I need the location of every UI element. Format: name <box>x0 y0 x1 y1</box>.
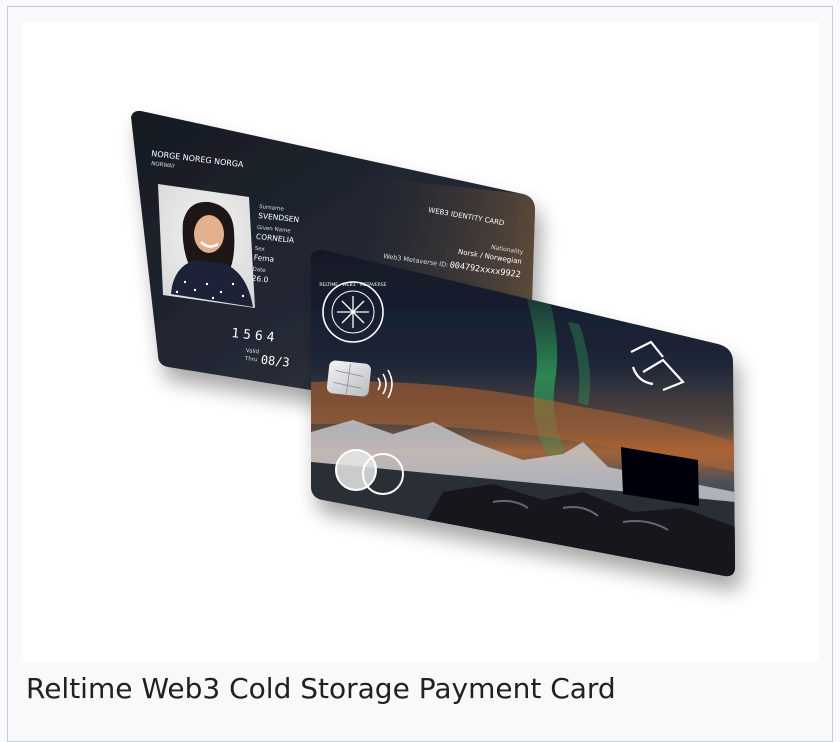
id-portrait <box>158 184 255 308</box>
image-caption: Reltime Web3 Cold Storage Payment Card <box>26 672 616 705</box>
image-frame: NORGE NOREG NORGA NORWAY WEB3 IDENTITY C… <box>7 6 833 742</box>
card-photo: NORGE NOREG NORGA NORWAY WEB3 IDENTITY C… <box>23 22 819 662</box>
seal-text: RELTIME · WEB3 · METAVERSE <box>319 282 386 288</box>
id-date: 26.0 <box>251 274 269 285</box>
emv-chip <box>326 360 371 397</box>
cards-illustration: NORGE NOREG NORGA NORWAY WEB3 IDENTITY C… <box>131 110 735 577</box>
payment-card: RELTIME · WEB3 · METAVERSE <box>311 249 735 577</box>
id-sex-label: Sex <box>254 246 265 253</box>
